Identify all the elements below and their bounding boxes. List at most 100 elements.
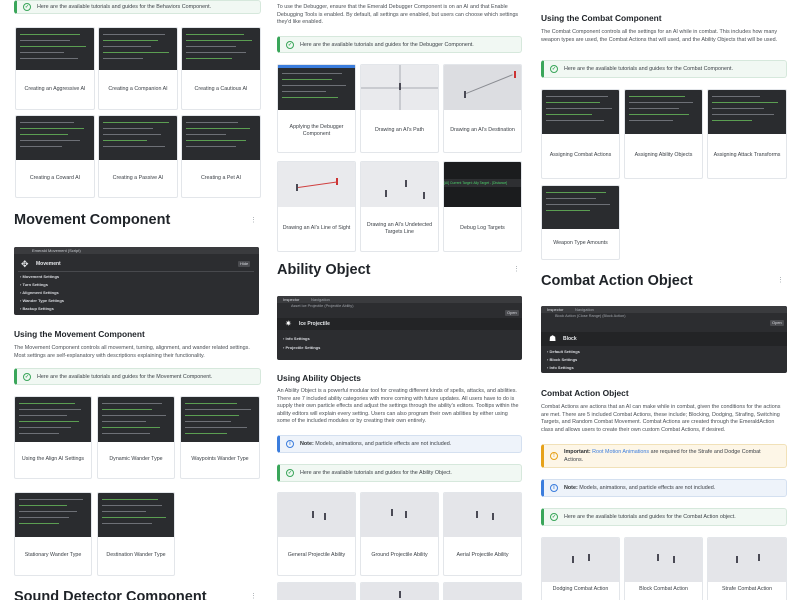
tutorial-card-aggressive[interactable]: Creating an Aggressive AI: [15, 27, 95, 110]
tutorial-card-label[interactable]: Creating a Coward AI: [18, 160, 92, 197]
tutorial-card-label[interactable]: Drawing an AI's Line of Sight: [280, 207, 353, 251]
tutorial-card-undetected-targets[interactable]: Drawing an AI's Undetected Targets Line: [360, 161, 439, 252]
important-callout: ! Important: Root Motion Animations are …: [541, 444, 787, 468]
inspector-row: › Alignment Settings: [20, 290, 59, 295]
tutorial-card-stationary-wander[interactable]: Stationary Wander Type: [14, 492, 92, 576]
tutorial-card-label[interactable]: Ground Projectile Ability: [363, 537, 436, 575]
sound-detector-title: Sound Detector Component: [14, 589, 207, 600]
check-circle-icon: ✓: [286, 40, 294, 49]
tutorial-card-general-projectile[interactable]: General Projectile Ability: [277, 492, 356, 576]
navigation-tab: Navigation: [311, 297, 330, 302]
tutorial-card-align[interactable]: Using the Align AI Settings: [14, 396, 92, 479]
debug-log-line: [AI] Current Target: Ally Target - [Dist…: [444, 179, 521, 187]
tutorial-thumbnail: [16, 116, 94, 160]
tutorial-card-cautious[interactable]: Creating a Cautious AI: [181, 27, 261, 110]
inspector-row: › Wander Type Settings: [20, 298, 65, 303]
navigation-tab: Navigation: [575, 307, 594, 312]
tutorial-card-label[interactable]: Creating a Passive AI: [101, 160, 175, 197]
tutorial-card-weapon-type-amounts[interactable]: Weapon Type Amounts: [541, 185, 620, 260]
tutorial-card-ground-projectile[interactable]: Ground Projectile Ability: [360, 492, 439, 576]
tutorial-card-applying-debugger[interactable]: Applying the Debugger Component: [277, 64, 356, 153]
tutorial-thumbnail: [AI] Current Target: Ally Target - [Dist…: [444, 162, 521, 207]
tutorial-card-label[interactable]: Creating a Companion AI: [101, 70, 175, 109]
tutorial-card-block-action[interactable]: Block Combat Action: [624, 537, 703, 600]
tutorial-card-assign-attack-transforms[interactable]: Assigning Attack Transforms: [707, 89, 787, 179]
tutorial-card-label[interactable]: Using the Align AI Settings: [17, 442, 89, 478]
tutorial-card-waypoints-wander[interactable]: Waypoints Wander Type: [180, 396, 260, 479]
tutorial-card-label[interactable]: Creating an Aggressive AI: [18, 70, 92, 109]
tutorial-card-label[interactable]: Drawing an AI's Path: [363, 110, 436, 152]
tutorial-card-dodging-action[interactable]: Dodging Combat Action: [541, 537, 620, 600]
tutorial-card-dynamic-wander[interactable]: Dynamic Wander Type: [97, 396, 175, 479]
tutorial-card-partial[interactable]: [443, 582, 522, 600]
tutorial-card-label[interactable]: Assigning Ability Objects: [627, 134, 700, 178]
ability-tip: ✓ Here are the available tutorials and g…: [277, 464, 522, 482]
tutorial-card-destination-wander[interactable]: Destination Wander Type: [97, 492, 175, 576]
tutorial-thumbnail: [542, 538, 619, 582]
tutorial-card-label[interactable]: Creating a Cautious AI: [184, 70, 258, 109]
tutorial-card-label[interactable]: Waypoints Wander Type: [183, 442, 257, 478]
tutorial-card-label[interactable]: Strafe Combat Action: [710, 582, 784, 598]
tutorial-card-draw-destination[interactable]: Drawing an AI's Destination: [443, 64, 522, 153]
behaviors-tip-text: Here are the available tutorials and gui…: [37, 4, 212, 10]
tutorial-card-label[interactable]: Destination Wander Type: [100, 537, 172, 575]
tutorial-card-label[interactable]: Dynamic Wander Type: [100, 442, 172, 478]
action-tip: ✓ Here are the available tutorials and g…: [541, 508, 787, 526]
debugger-tip-text: Here are the available tutorials and gui…: [300, 41, 474, 48]
more-options-icon[interactable]: ⋮: [513, 265, 520, 273]
tutorial-card-label[interactable]: Drawing an AI's Destination: [446, 110, 519, 152]
check-circle-icon: ✓: [550, 65, 558, 73]
tutorial-card-aerial-projectile[interactable]: Aerial Projectile Ability: [443, 492, 522, 576]
tutorial-card-draw-path[interactable]: Drawing an AI's Path: [360, 64, 439, 153]
tutorial-card-partial[interactable]: [277, 582, 356, 600]
tutorial-thumbnail: [361, 162, 438, 207]
tutorial-card-label[interactable]: Assigning Attack Transforms: [710, 134, 784, 178]
tutorial-card-assign-ability-objects[interactable]: Assigning Ability Objects: [624, 89, 703, 179]
root-motion-link[interactable]: Root Motion Animations: [592, 449, 649, 455]
tutorial-thumbnail: [444, 493, 521, 537]
combat-action-heading: Combat Action Object: [541, 388, 629, 398]
open-button: Open: [505, 310, 519, 316]
tutorial-card-companion[interactable]: Creating a Companion AI: [98, 27, 178, 110]
tutorial-card-passive[interactable]: Creating a Passive AI: [98, 115, 178, 198]
tutorial-card-label[interactable]: Dodging Combat Action: [544, 582, 617, 598]
more-options-icon[interactable]: ⋮: [250, 592, 257, 600]
using-combat-heading: Using the Combat Component: [541, 13, 662, 23]
tutorial-card-label[interactable]: Debug Log Targets: [446, 207, 519, 251]
ability-inspector-screenshot: Inspector Navigation Asset Ice Projectil…: [277, 296, 522, 360]
tutorial-card-label[interactable]: Weapon Type Amounts: [544, 229, 617, 259]
check-circle-icon: ✓: [23, 372, 31, 381]
tutorial-card-label[interactable]: Creating a Pet AI: [184, 160, 258, 197]
more-options-icon[interactable]: ⋮: [250, 216, 257, 224]
tutorial-card-strafe-action[interactable]: Strafe Combat Action: [707, 537, 787, 600]
more-options-icon[interactable]: ⋮: [777, 276, 784, 284]
inspector-row: › Default Settings: [547, 349, 580, 354]
tutorial-card-label[interactable]: General Projectile Ability: [280, 537, 353, 575]
inspector-heading: Block: [563, 336, 577, 342]
inspector-heading: Movement: [36, 261, 61, 267]
tutorial-card-label[interactable]: Applying the Debugger Component: [280, 110, 353, 152]
tutorial-thumbnail: [625, 90, 702, 134]
hide-button: Hide: [238, 261, 251, 267]
asset-path: Asset Ice Projectile (Projectile Ability…: [291, 304, 354, 308]
using-movement-text: The Movement Component controls all move…: [14, 345, 250, 359]
tutorial-thumbnail: [708, 90, 786, 134]
tutorial-thumbnail: [99, 116, 177, 160]
tutorial-card-label[interactable]: Drawing an AI's Undetected Targets Line: [363, 207, 436, 251]
tutorial-card-coward[interactable]: Creating a Coward AI: [15, 115, 95, 198]
tutorial-thumbnail: [625, 538, 702, 582]
tutorial-card-line-of-sight[interactable]: Drawing an AI's Line of Sight: [277, 161, 356, 252]
tutorial-card-label[interactable]: Block Combat Action: [627, 582, 700, 598]
tutorial-card-partial[interactable]: [360, 582, 439, 600]
tutorial-card-debug-log[interactable]: [AI] Current Target: Ally Target - [Dist…: [443, 161, 522, 252]
inspector-tab: Inspector: [283, 297, 300, 302]
tutorial-card-pet[interactable]: Creating a Pet AI: [181, 115, 261, 198]
ability-object-title: Ability Object: [277, 262, 371, 278]
tutorial-card-label[interactable]: Stationary Wander Type: [17, 537, 89, 575]
tutorial-thumbnail: [542, 90, 619, 134]
tutorial-card-assign-combat-actions[interactable]: Assigning Combat Actions: [541, 89, 620, 179]
tutorial-thumbnail: [361, 65, 438, 110]
tutorial-card-label[interactable]: Assigning Combat Actions: [544, 134, 617, 178]
tutorial-card-label[interactable]: Aerial Projectile Ability: [446, 537, 519, 575]
tutorial-thumbnail: [15, 397, 91, 442]
